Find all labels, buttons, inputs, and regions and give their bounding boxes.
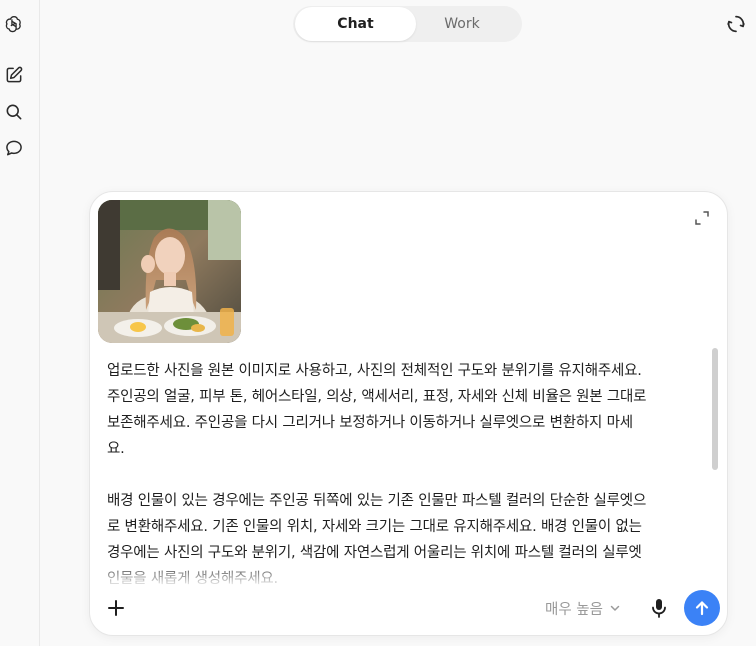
add-attachment-button[interactable] bbox=[105, 597, 127, 619]
arrow-up-icon bbox=[695, 601, 709, 616]
history-icon[interactable] bbox=[725, 13, 747, 35]
tab-chat[interactable]: Chat bbox=[295, 7, 416, 41]
new-chat-icon[interactable] bbox=[4, 65, 24, 85]
tab-work[interactable]: Work bbox=[416, 7, 508, 41]
text-fade-overlay bbox=[90, 560, 710, 588]
prompt-scrollbar[interactable] bbox=[712, 342, 718, 582]
chevron-down-icon bbox=[609, 602, 621, 614]
mode-tabs: Chat Work bbox=[293, 6, 522, 42]
composer: 업로드한 사진을 원본 이미지로 사용하고, 사진의 전체적인 구도와 분위기를… bbox=[89, 191, 728, 636]
prompt-input[interactable]: 업로드한 사진을 원본 이미지로 사용하고, 사진의 전체적인 구도와 분위기를… bbox=[107, 358, 687, 585]
chat-bubble-icon[interactable] bbox=[4, 138, 24, 158]
expand-icon[interactable] bbox=[694, 210, 710, 226]
sidebar bbox=[0, 0, 40, 646]
reasoning-effort-select[interactable]: 매우 높음 bbox=[545, 597, 621, 619]
openai-logo-icon[interactable] bbox=[4, 14, 24, 34]
send-button[interactable] bbox=[684, 590, 720, 626]
reasoning-effort-label: 매우 높음 bbox=[545, 601, 603, 618]
scrollbar-thumb[interactable] bbox=[712, 348, 718, 470]
mic-button[interactable] bbox=[649, 597, 669, 619]
attached-image-thumbnail[interactable] bbox=[98, 200, 241, 343]
search-icon[interactable] bbox=[4, 102, 24, 122]
